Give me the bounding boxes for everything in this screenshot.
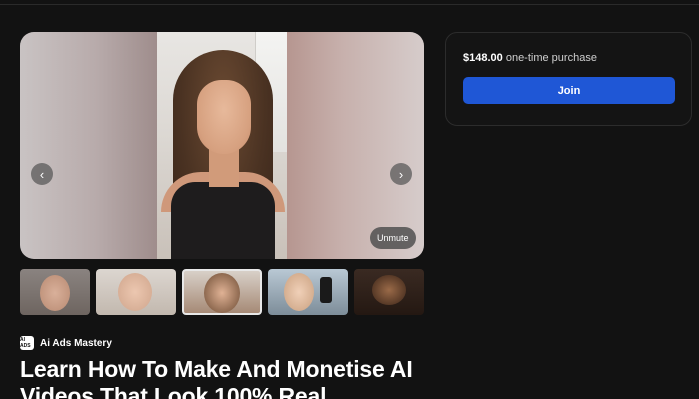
media-viewer[interactable] <box>20 32 424 259</box>
next-media-button[interactable]: › <box>390 163 412 185</box>
blurred-backdrop-right <box>287 32 424 259</box>
thumbnail-2[interactable] <box>96 269 176 315</box>
brand-name: Ai Ads Mastery <box>40 337 112 349</box>
purchase-card: $148.00 one-time purchase Join <box>445 32 692 126</box>
brand: AI ADS Ai Ads Mastery <box>20 336 112 350</box>
brand-logo-icon: AI ADS <box>20 336 34 350</box>
chevron-right-icon: › <box>398 166 404 182</box>
presenter-face <box>197 80 251 154</box>
thumbnail-face <box>118 273 152 311</box>
thumbnail-face <box>40 275 70 311</box>
price-line: $148.00 one-time purchase <box>463 52 597 64</box>
thumbnail-face <box>204 273 240 313</box>
thumbnail-3-selected[interactable] <box>182 269 262 315</box>
price-note: one-time purchase <box>505 52 597 64</box>
thumbnail-5[interactable] <box>354 269 424 315</box>
presenter-top <box>171 182 275 259</box>
top-divider <box>0 4 699 5</box>
page-title: Learn How To Make And Monetise AI Videos… <box>20 356 413 399</box>
thumbnail-face <box>372 275 406 305</box>
join-button[interactable]: Join <box>463 77 675 104</box>
phone-shape <box>320 277 332 303</box>
thumbnail-face <box>284 273 314 311</box>
blurred-backdrop-left <box>20 32 157 259</box>
unmute-button[interactable]: Unmute <box>370 227 416 249</box>
thumbnail-1[interactable] <box>20 269 90 315</box>
price: $148.00 <box>463 52 503 64</box>
thumbnail-4[interactable] <box>268 269 348 315</box>
video-frame[interactable] <box>157 32 287 259</box>
chevron-left-icon: ‹ <box>39 166 45 182</box>
previous-media-button[interactable]: ‹ <box>31 163 53 185</box>
